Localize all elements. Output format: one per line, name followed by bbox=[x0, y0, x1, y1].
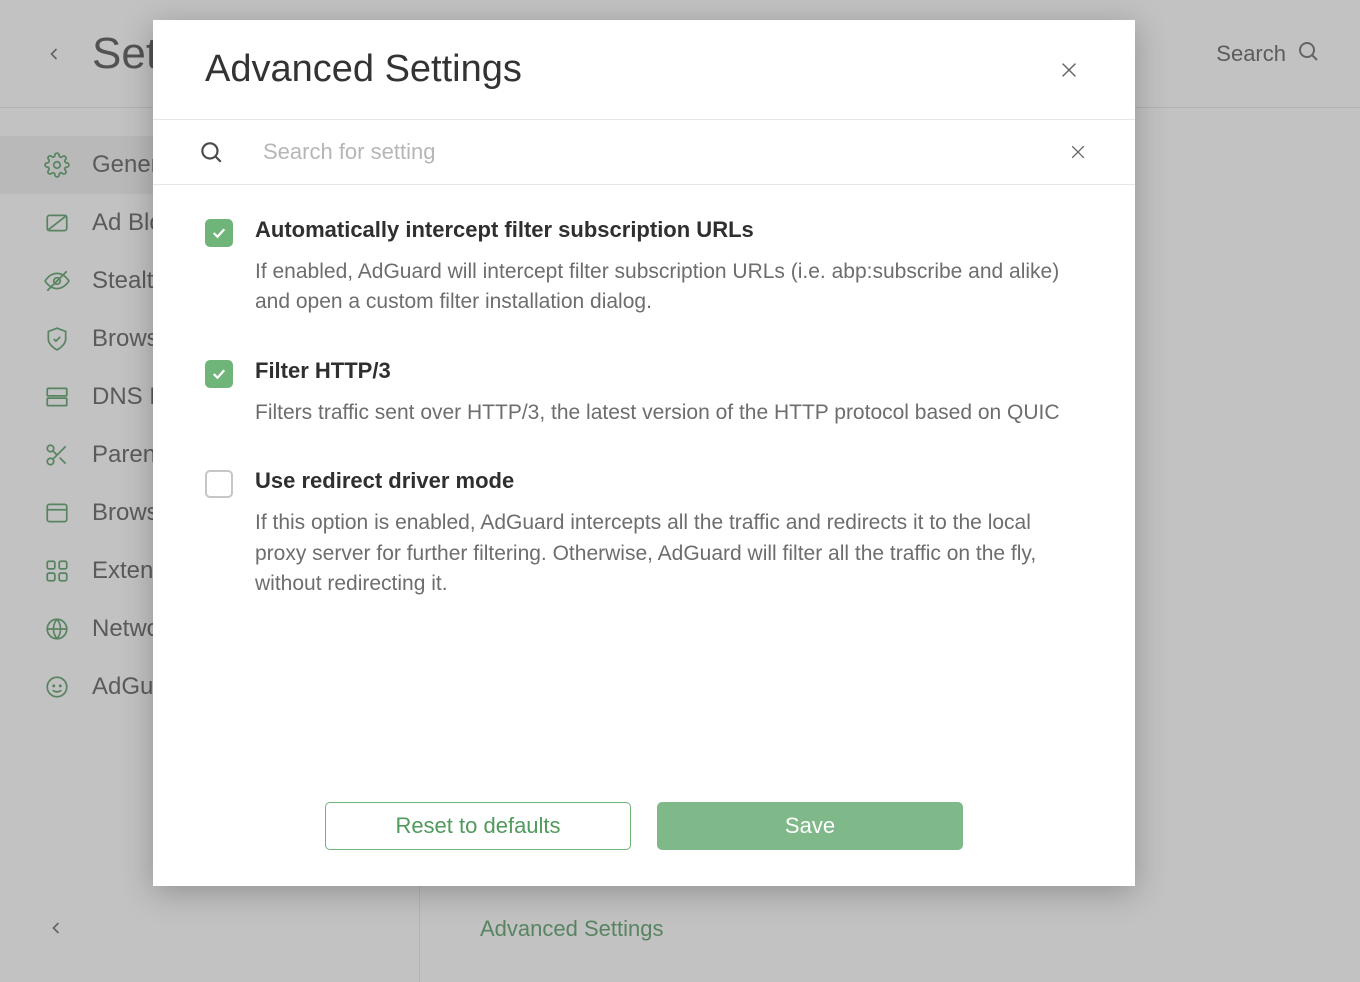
eye-off-icon bbox=[42, 266, 72, 296]
checkbox-intercept-urls[interactable] bbox=[205, 219, 233, 247]
checkbox-filter-http3[interactable] bbox=[205, 360, 233, 388]
option-title: Use redirect driver mode bbox=[255, 468, 1075, 494]
vpn-icon bbox=[42, 672, 72, 702]
back-button[interactable] bbox=[40, 40, 68, 68]
option-desc: Filters traffic sent over HTTP/3, the la… bbox=[255, 398, 1075, 428]
globe-icon bbox=[42, 614, 72, 644]
clear-search-button[interactable] bbox=[1065, 139, 1091, 165]
checkbox-redirect-driver[interactable] bbox=[205, 470, 233, 498]
search-icon bbox=[1296, 39, 1320, 69]
search-icon bbox=[197, 138, 225, 166]
header-search[interactable]: Search bbox=[1216, 0, 1320, 107]
option-intercept-urls: Automatically intercept filter subscript… bbox=[205, 217, 1075, 318]
block-icon bbox=[42, 208, 72, 238]
grid-icon bbox=[42, 556, 72, 586]
sidebar-collapse-button[interactable] bbox=[42, 914, 70, 942]
option-title: Automatically intercept filter subscript… bbox=[255, 217, 1075, 243]
option-redirect-driver: Use redirect driver mode If this option … bbox=[205, 468, 1075, 599]
gear-icon bbox=[42, 150, 72, 180]
header-search-label: Search bbox=[1216, 41, 1286, 67]
scissors-icon bbox=[42, 440, 72, 470]
reset-button[interactable]: Reset to defaults bbox=[325, 802, 631, 850]
modal-title: Advanced Settings bbox=[205, 48, 522, 91]
option-desc: If this option is enabled, AdGuard inter… bbox=[255, 508, 1075, 599]
search-input[interactable] bbox=[263, 139, 1027, 165]
shield-check-icon bbox=[42, 324, 72, 354]
advanced-settings-link[interactable]: Advanced Settings bbox=[480, 916, 663, 942]
modal-search-bar bbox=[153, 120, 1135, 185]
advanced-settings-modal: Advanced Settings Automatically intercep… bbox=[153, 20, 1135, 886]
option-filter-http3: Filter HTTP/3 Filters traffic sent over … bbox=[205, 358, 1075, 428]
save-button[interactable]: Save bbox=[657, 802, 963, 850]
modal-footer: Reset to defaults Save bbox=[153, 778, 1135, 886]
modal-header: Advanced Settings bbox=[153, 20, 1135, 120]
option-desc: If enabled, AdGuard will intercept filte… bbox=[255, 257, 1075, 318]
option-title: Filter HTTP/3 bbox=[255, 358, 1075, 384]
modal-close-button[interactable] bbox=[1055, 56, 1083, 84]
modal-body[interactable]: Automatically intercept filter subscript… bbox=[153, 185, 1135, 778]
browser-icon bbox=[42, 498, 72, 528]
server-icon bbox=[42, 382, 72, 412]
